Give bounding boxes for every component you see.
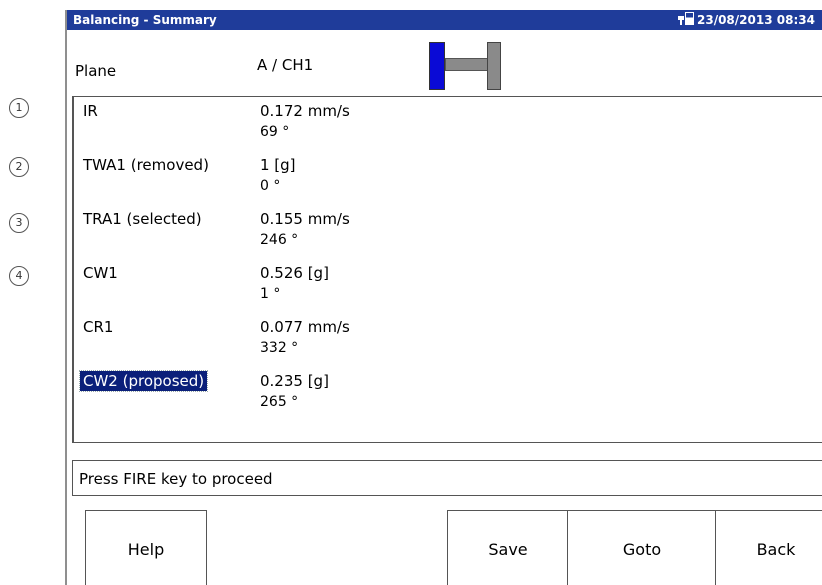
status-message: Press FIRE key to proceed (72, 460, 822, 496)
save-button[interactable]: Save (447, 510, 569, 585)
result-row-twa1[interactable]: TWA1 (removed) 1 [g] 0 ° (74, 151, 822, 197)
result-value: 1 [g] (260, 156, 296, 174)
result-value: 0.172 mm/s (260, 102, 350, 120)
result-name: IR (83, 102, 98, 120)
goto-button[interactable]: Goto (567, 510, 717, 585)
callout-2: 2 (9, 157, 29, 177)
result-name: CR1 (83, 318, 114, 336)
result-angle: 1 ° (260, 286, 281, 302)
result-angle: 332 ° (260, 340, 299, 356)
result-value: 0.077 mm/s (260, 318, 350, 336)
callout-4: 4 (9, 266, 29, 286)
plane-a-disc (429, 42, 445, 90)
result-row-cw1[interactable]: CW1 0.526 [g] 1 ° (74, 259, 822, 305)
plane-label: Plane (75, 62, 117, 80)
result-angle: 0 ° (260, 178, 281, 194)
device-screen: Balancing - Summary 23/08/2013 08:34 Pla… (65, 10, 822, 585)
result-value: 0.526 [g] (260, 264, 329, 282)
result-value: 0.235 [g] (260, 372, 329, 390)
rotor-shaft (445, 58, 489, 71)
power-plug-icon (678, 14, 684, 25)
result-angle: 69 ° (260, 124, 290, 140)
result-name-selected: CW2 (proposed) (78, 370, 209, 392)
back-button[interactable]: Back (715, 510, 822, 585)
status-area: 23/08/2013 08:34 (678, 10, 815, 30)
screen-title: Balancing - Summary (73, 13, 217, 27)
result-angle: 246 ° (260, 232, 299, 248)
datetime: 23/08/2013 08:34 (697, 13, 815, 27)
result-row-cr1[interactable]: CR1 0.077 mm/s 332 ° (74, 313, 822, 359)
result-row-ir[interactable]: IR 0.172 mm/s 69 ° (74, 97, 822, 143)
rotor-plane-icon (429, 42, 503, 90)
result-value: 0.155 mm/s (260, 210, 350, 228)
result-angle: 265 ° (260, 394, 299, 410)
callout-1: 1 (9, 98, 29, 118)
result-name: TWA1 (removed) (83, 156, 209, 174)
title-bar: Balancing - Summary 23/08/2013 08:34 (67, 10, 822, 30)
battery-icon (685, 12, 694, 25)
help-button[interactable]: Help (85, 510, 207, 585)
plane-value: A / CH1 (257, 56, 314, 74)
callout-3: 3 (9, 213, 29, 233)
result-row-tra1[interactable]: TRA1 (selected) 0.155 mm/s 246 ° (74, 205, 822, 251)
result-name: CW1 (83, 264, 118, 282)
result-row-cw2[interactable]: CW2 (proposed) 0.235 [g] 265 ° (74, 367, 822, 413)
balancing-results-list[interactable]: IR 0.172 mm/s 69 ° TWA1 (removed) 1 [g] … (72, 96, 822, 443)
result-name: TRA1 (selected) (83, 210, 202, 228)
plane-b-disc (487, 42, 501, 90)
